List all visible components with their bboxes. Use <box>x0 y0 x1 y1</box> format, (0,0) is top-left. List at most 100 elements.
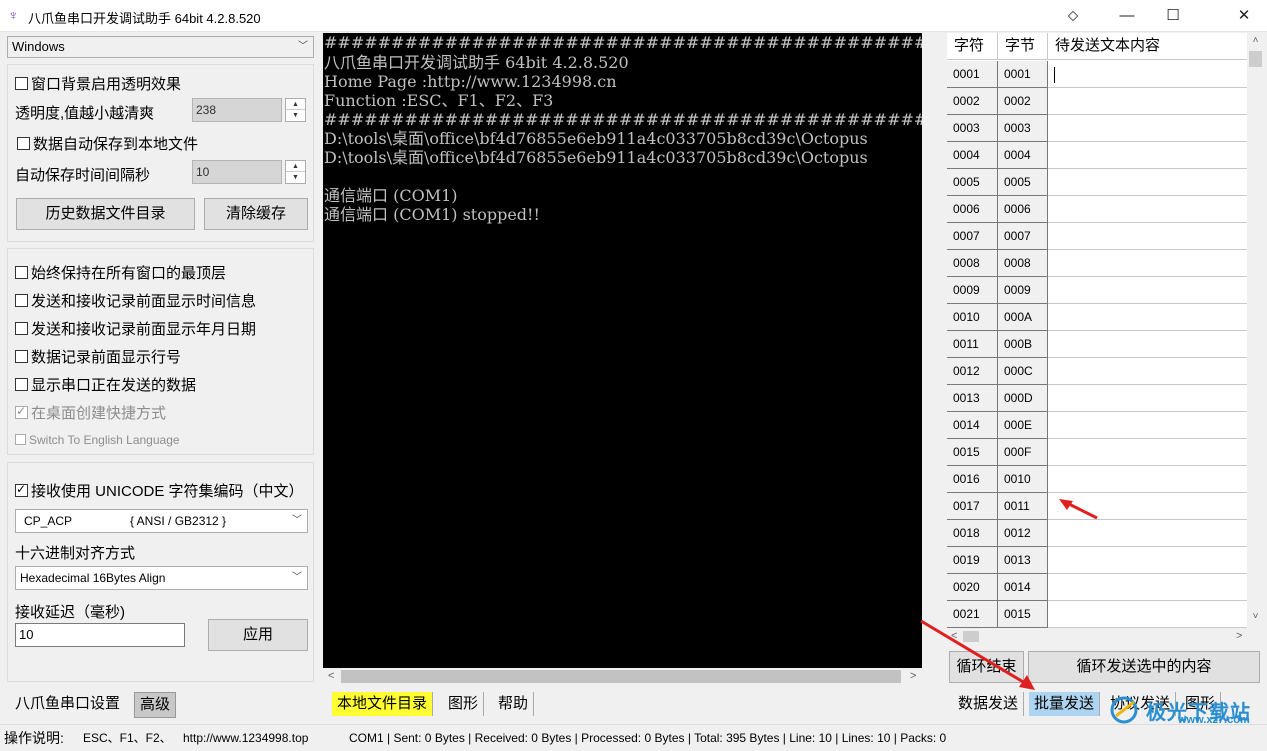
row-byte-index[interactable]: 0008 <box>998 250 1048 277</box>
table-row[interactable]: 0005 0005 <box>947 169 1247 196</box>
table-row[interactable]: 0020 0014 <box>947 574 1247 601</box>
console-output[interactable]: ########################################… <box>323 33 922 668</box>
transparency-value-field[interactable]: 238 <box>192 98 282 122</box>
table-row[interactable]: 0007 0007 <box>947 223 1247 250</box>
row-byte-index[interactable]: 0010 <box>998 466 1048 493</box>
row-send-content[interactable] <box>1048 331 1247 358</box>
row-char-index[interactable]: 0010 <box>947 304 998 331</box>
row-byte-index[interactable]: 000A <box>998 304 1048 331</box>
row-char-index[interactable]: 0013 <box>947 385 998 412</box>
row-byte-index[interactable]: 0013 <box>998 547 1048 574</box>
row-char-index[interactable]: 0004 <box>947 142 998 169</box>
table-row[interactable]: 0002 0002 <box>947 88 1247 115</box>
minimize-button[interactable]: — <box>1104 0 1150 32</box>
row-byte-index[interactable]: 0014 <box>998 574 1048 601</box>
loop-send-selected-button[interactable]: 循环发送选中的内容 <box>1028 651 1260 683</box>
history-folder-button[interactable]: 历史数据文件目录 <box>16 198 195 230</box>
row-char-index[interactable]: 0008 <box>947 250 998 277</box>
table-row[interactable]: 0010 000A <box>947 304 1247 331</box>
table-row[interactable]: 0004 0004 <box>947 142 1247 169</box>
style-select[interactable]: Windows ﹀ <box>7 36 314 58</box>
spin-up-icon[interactable]: ▲ <box>286 99 305 110</box>
table-row[interactable]: 0016 0010 <box>947 466 1247 493</box>
table-row[interactable]: 0006 0006 <box>947 196 1247 223</box>
row-byte-index[interactable]: 000D <box>998 385 1048 412</box>
option-show-time[interactable]: 发送和接收记录前面显示时间信息 <box>15 290 256 311</box>
row-send-content[interactable] <box>1048 358 1247 385</box>
tab-batch-send[interactable]: 批量发送 <box>1029 692 1101 716</box>
row-byte-index[interactable]: 0003 <box>998 115 1048 142</box>
spin-down-icon[interactable]: ▼ <box>286 172 305 183</box>
row-char-index[interactable]: 0002 <box>947 88 998 115</box>
tab-graph[interactable]: 图形 <box>443 692 485 716</box>
row-send-content[interactable] <box>1048 250 1247 277</box>
tab-data-send[interactable]: 数据发送 <box>953 692 1025 716</box>
hex-align-select[interactable]: Hexadecimal 16Bytes Align ﹀ <box>15 566 308 590</box>
row-byte-index[interactable]: 0006 <box>998 196 1048 223</box>
row-char-index[interactable]: 0009 <box>947 277 998 304</box>
row-char-index[interactable]: 0001 <box>947 61 998 88</box>
row-byte-index[interactable]: 000B <box>998 331 1048 358</box>
row-send-content[interactable] <box>1048 277 1247 304</box>
row-send-content[interactable] <box>1048 466 1247 493</box>
row-send-content[interactable] <box>1048 142 1247 169</box>
row-byte-index[interactable]: 0009 <box>998 277 1048 304</box>
recv-delay-input[interactable]: 10 <box>15 623 185 647</box>
row-char-index[interactable]: 0020 <box>947 574 998 601</box>
table-row[interactable]: 0008 0008 <box>947 250 1247 277</box>
row-char-index[interactable]: 0005 <box>947 169 998 196</box>
row-send-content[interactable] <box>1048 115 1247 142</box>
autosave-checkbox[interactable]: 数据自动保存到本地文件 <box>17 133 198 154</box>
grid-vertical-scrollbar[interactable]: ˄ ˅ <box>1247 33 1264 628</box>
table-row[interactable]: 0012 000C <box>947 358 1247 385</box>
row-char-index[interactable]: 0011 <box>947 331 998 358</box>
scroll-right-icon[interactable]: > <box>1236 628 1242 645</box>
scroll-left-icon[interactable]: < <box>328 668 334 685</box>
option-always-on-top[interactable]: 始终保持在所有窗口的最顶层 <box>15 262 226 283</box>
grid-header-byte[interactable]: 字节 <box>998 33 1048 60</box>
grid-header-content[interactable]: 待发送文本内容 <box>1048 33 1247 60</box>
close-button[interactable]: ✕ <box>1221 0 1267 32</box>
table-row[interactable]: 0013 000D <box>947 385 1247 412</box>
row-send-content[interactable] <box>1048 88 1247 115</box>
row-byte-index[interactable]: 000F <box>998 439 1048 466</box>
option-show-sending-data[interactable]: 显示串口正在发送的数据 <box>15 374 196 395</box>
spin-up-icon[interactable]: ▲ <box>286 161 305 172</box>
row-char-index[interactable]: 0018 <box>947 520 998 547</box>
row-send-content[interactable] <box>1048 169 1247 196</box>
maximize-button[interactable]: ☐ <box>1150 0 1196 32</box>
spin-down-icon[interactable]: ▼ <box>286 110 305 121</box>
row-send-content[interactable] <box>1048 385 1247 412</box>
row-byte-index[interactable]: 0001 <box>998 61 1048 88</box>
table-row[interactable]: 0014 000E <box>947 412 1247 439</box>
option-show-date[interactable]: 发送和接收记录前面显示年月日期 <box>15 318 256 339</box>
codepage-select[interactable]: CP_ACP { ANSI / GB2312 } ﹀ <box>15 509 308 533</box>
row-char-index[interactable]: 0003 <box>947 115 998 142</box>
status-url[interactable]: http://www.1234998.top <box>183 725 308 751</box>
scroll-up-icon[interactable]: ˄ <box>1247 35 1264 46</box>
autosave-interval-field[interactable]: 10 <box>192 160 282 184</box>
row-char-index[interactable]: 0007 <box>947 223 998 250</box>
row-send-content[interactable] <box>1048 304 1247 331</box>
row-char-index[interactable]: 0016 <box>947 466 998 493</box>
row-char-index[interactable]: 0017 <box>947 493 998 520</box>
scroll-down-icon[interactable]: ˅ <box>1247 611 1264 622</box>
transparency-checkbox[interactable]: 窗口背景启用透明效果 <box>15 73 181 94</box>
table-row[interactable]: 0009 0009 <box>947 277 1247 304</box>
grid-header-char[interactable]: 字符 <box>947 33 998 60</box>
tab-local-files[interactable]: 本地文件目录 <box>332 692 434 716</box>
table-row[interactable]: 0015 000F <box>947 439 1247 466</box>
table-row[interactable]: 0011 000B <box>947 331 1247 358</box>
tab-advanced[interactable]: 高级 <box>134 692 177 718</box>
tab-help[interactable]: 帮助 <box>493 692 535 716</box>
row-send-content[interactable] <box>1048 439 1247 466</box>
table-row[interactable]: 0003 0003 <box>947 115 1247 142</box>
row-byte-index[interactable]: 0004 <box>998 142 1048 169</box>
send-grid[interactable]: 字符 字节 待发送文本内容 0001 0001 0002 0002 0003 0003 00… <box>947 33 1247 628</box>
pin-icon[interactable]: ⬦ <box>1050 0 1096 32</box>
row-byte-index[interactable]: 0002 <box>998 88 1048 115</box>
row-send-content[interactable] <box>1048 574 1247 601</box>
tab-serial-settings[interactable]: 八爪鱼串口设置 <box>10 692 125 716</box>
row-byte-index[interactable]: 0005 <box>998 169 1048 196</box>
row-char-index[interactable]: 0019 <box>947 547 998 574</box>
